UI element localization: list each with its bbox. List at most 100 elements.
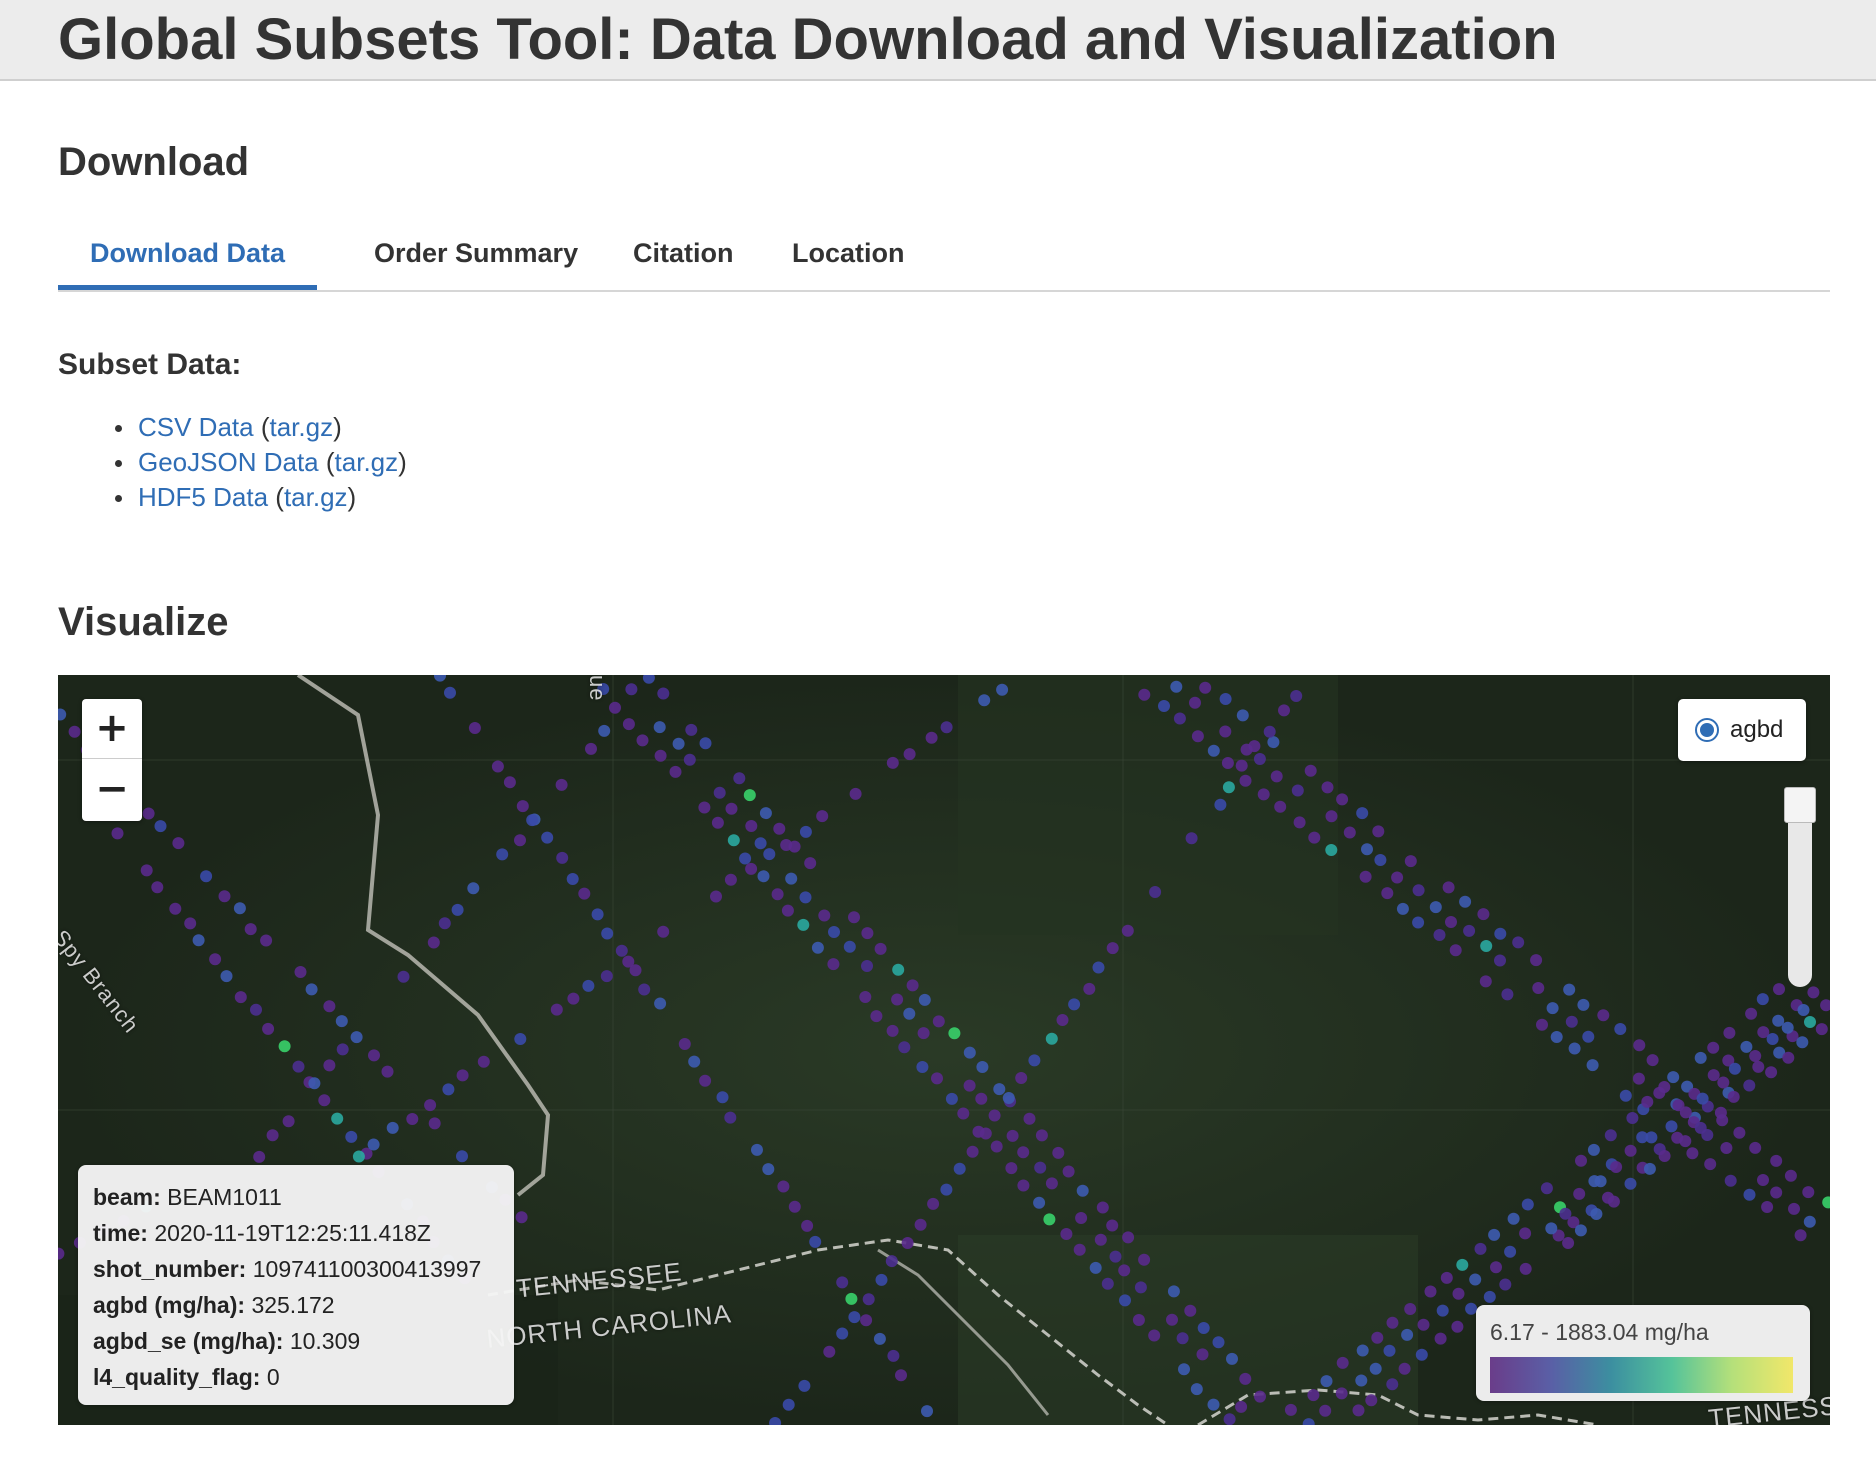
shot-point[interactable] — [368, 1049, 380, 1062]
shot-point[interactable] — [323, 1000, 336, 1013]
shot-point[interactable] — [318, 1094, 331, 1107]
shot-point[interactable] — [1574, 1224, 1587, 1237]
shot-point[interactable] — [1633, 1039, 1646, 1052]
shot-point[interactable] — [1679, 1106, 1692, 1119]
shot-point[interactable] — [636, 734, 649, 747]
shot-point[interactable] — [816, 810, 829, 823]
shot-point[interactable] — [345, 1130, 358, 1143]
shot-point[interactable] — [1624, 1177, 1637, 1190]
shot-point[interactable] — [1521, 1198, 1534, 1211]
shot-point[interactable] — [1404, 1303, 1417, 1315]
shot-point[interactable] — [438, 917, 451, 930]
shot-point[interactable] — [1274, 800, 1287, 813]
shot-point[interactable] — [381, 1065, 394, 1078]
shot-point[interactable] — [1577, 998, 1590, 1011]
shot-point[interactable] — [1632, 1072, 1645, 1085]
shot-point[interactable] — [1386, 1316, 1399, 1329]
shot-point[interactable] — [1449, 944, 1462, 957]
shot-point[interactable] — [336, 1043, 349, 1056]
shot-point[interactable] — [1134, 1281, 1147, 1294]
shot-point[interactable] — [1773, 983, 1785, 996]
shot-point[interactable] — [859, 991, 872, 1003]
shot-point[interactable] — [234, 991, 247, 1004]
shot-point[interactable] — [1212, 1336, 1225, 1349]
tab-order-summary[interactable]: Order Summary — [342, 222, 610, 290]
shot-point[interactable] — [1532, 982, 1545, 994]
shot-point[interactable] — [350, 1031, 363, 1044]
shot-point[interactable] — [1724, 1174, 1737, 1187]
shot-point[interactable] — [827, 958, 840, 971]
shot-point[interactable] — [233, 902, 246, 915]
shot-point[interactable] — [1512, 936, 1525, 949]
shot-point[interactable] — [1092, 961, 1105, 974]
shot-point[interactable] — [1573, 1187, 1586, 1200]
shot-point[interactable] — [713, 786, 726, 799]
shot-point[interactable] — [1226, 1352, 1238, 1365]
shot-point[interactable] — [1743, 1079, 1756, 1092]
shot-point[interactable] — [1568, 1042, 1581, 1055]
shot-point[interactable] — [1658, 1081, 1671, 1093]
shot-point[interactable] — [1587, 1143, 1600, 1156]
shot-point[interactable] — [244, 923, 257, 936]
shot-point[interactable] — [777, 1180, 790, 1193]
shot-point[interactable] — [1433, 929, 1446, 941]
shot-point[interactable] — [1766, 1033, 1779, 1045]
shot-point[interactable] — [1138, 688, 1151, 701]
shot-point[interactable] — [1199, 681, 1212, 694]
shot-point[interactable] — [848, 1311, 861, 1324]
shot-point[interactable] — [1119, 1294, 1131, 1307]
shot-point[interactable] — [1459, 895, 1472, 908]
shot-point[interactable] — [976, 1061, 989, 1073]
shot-point[interactable] — [1248, 740, 1261, 753]
shot-point[interactable] — [1325, 844, 1338, 856]
shot-point[interactable] — [591, 908, 604, 921]
shot-point[interactable] — [861, 927, 874, 940]
shot-point[interactable] — [367, 1138, 380, 1151]
shot-point[interactable] — [1590, 1208, 1603, 1220]
csv-targz-link[interactable]: tar.gz — [270, 412, 334, 442]
shot-point[interactable] — [1519, 1262, 1532, 1275]
shot-point[interactable] — [442, 1083, 455, 1096]
shot-point[interactable] — [192, 934, 205, 947]
shot-point[interactable] — [1291, 784, 1304, 797]
shot-point[interactable] — [1752, 1060, 1765, 1073]
shot-point[interactable] — [406, 1113, 419, 1125]
shot-point[interactable] — [654, 997, 667, 1010]
shot-point[interactable] — [1797, 1004, 1810, 1016]
shot-point[interactable] — [1336, 1356, 1349, 1369]
shot-point[interactable] — [780, 839, 793, 851]
shot-point[interactable] — [1176, 1332, 1189, 1345]
shot-point[interactable] — [308, 1077, 321, 1090]
shot-point[interactable] — [1723, 1026, 1736, 1039]
shot-point[interactable] — [1415, 1348, 1428, 1361]
shot-point[interactable] — [526, 814, 539, 827]
shot-point[interactable] — [921, 1405, 933, 1418]
shot-point[interactable] — [1756, 993, 1769, 1006]
shot-point[interactable] — [209, 953, 222, 966]
shot-point[interactable] — [963, 1046, 976, 1059]
shot-point[interactable] — [1619, 1089, 1632, 1102]
shot-point[interactable] — [1369, 1362, 1382, 1375]
shot-point[interactable] — [1714, 1106, 1727, 1119]
shot-point[interactable] — [1166, 1313, 1178, 1326]
shot-point[interactable] — [1442, 881, 1455, 894]
shot-point[interactable] — [1359, 870, 1372, 883]
shot-point[interactable] — [727, 834, 740, 847]
shot-point[interactable] — [1270, 770, 1283, 783]
shot-point[interactable] — [1325, 810, 1338, 823]
shot-point[interactable] — [763, 848, 776, 861]
shot-point[interactable] — [331, 1112, 344, 1125]
shot-point[interactable] — [253, 1150, 266, 1163]
shot-point[interactable] — [1028, 1054, 1041, 1067]
shot-point[interactable] — [1594, 1175, 1607, 1188]
shot-point[interactable] — [1214, 798, 1227, 811]
shot-point[interactable] — [1034, 1161, 1047, 1174]
shot-point[interactable] — [477, 1055, 490, 1068]
tab-download-data[interactable]: Download Data — [58, 222, 318, 290]
shot-point[interactable] — [1167, 1285, 1180, 1298]
shot-point[interactable] — [169, 902, 182, 915]
shot-point[interactable] — [1239, 774, 1252, 787]
shot-point[interactable] — [1196, 1348, 1209, 1361]
shot-point[interactable] — [1474, 1242, 1487, 1255]
shot-point[interactable] — [1121, 924, 1134, 937]
